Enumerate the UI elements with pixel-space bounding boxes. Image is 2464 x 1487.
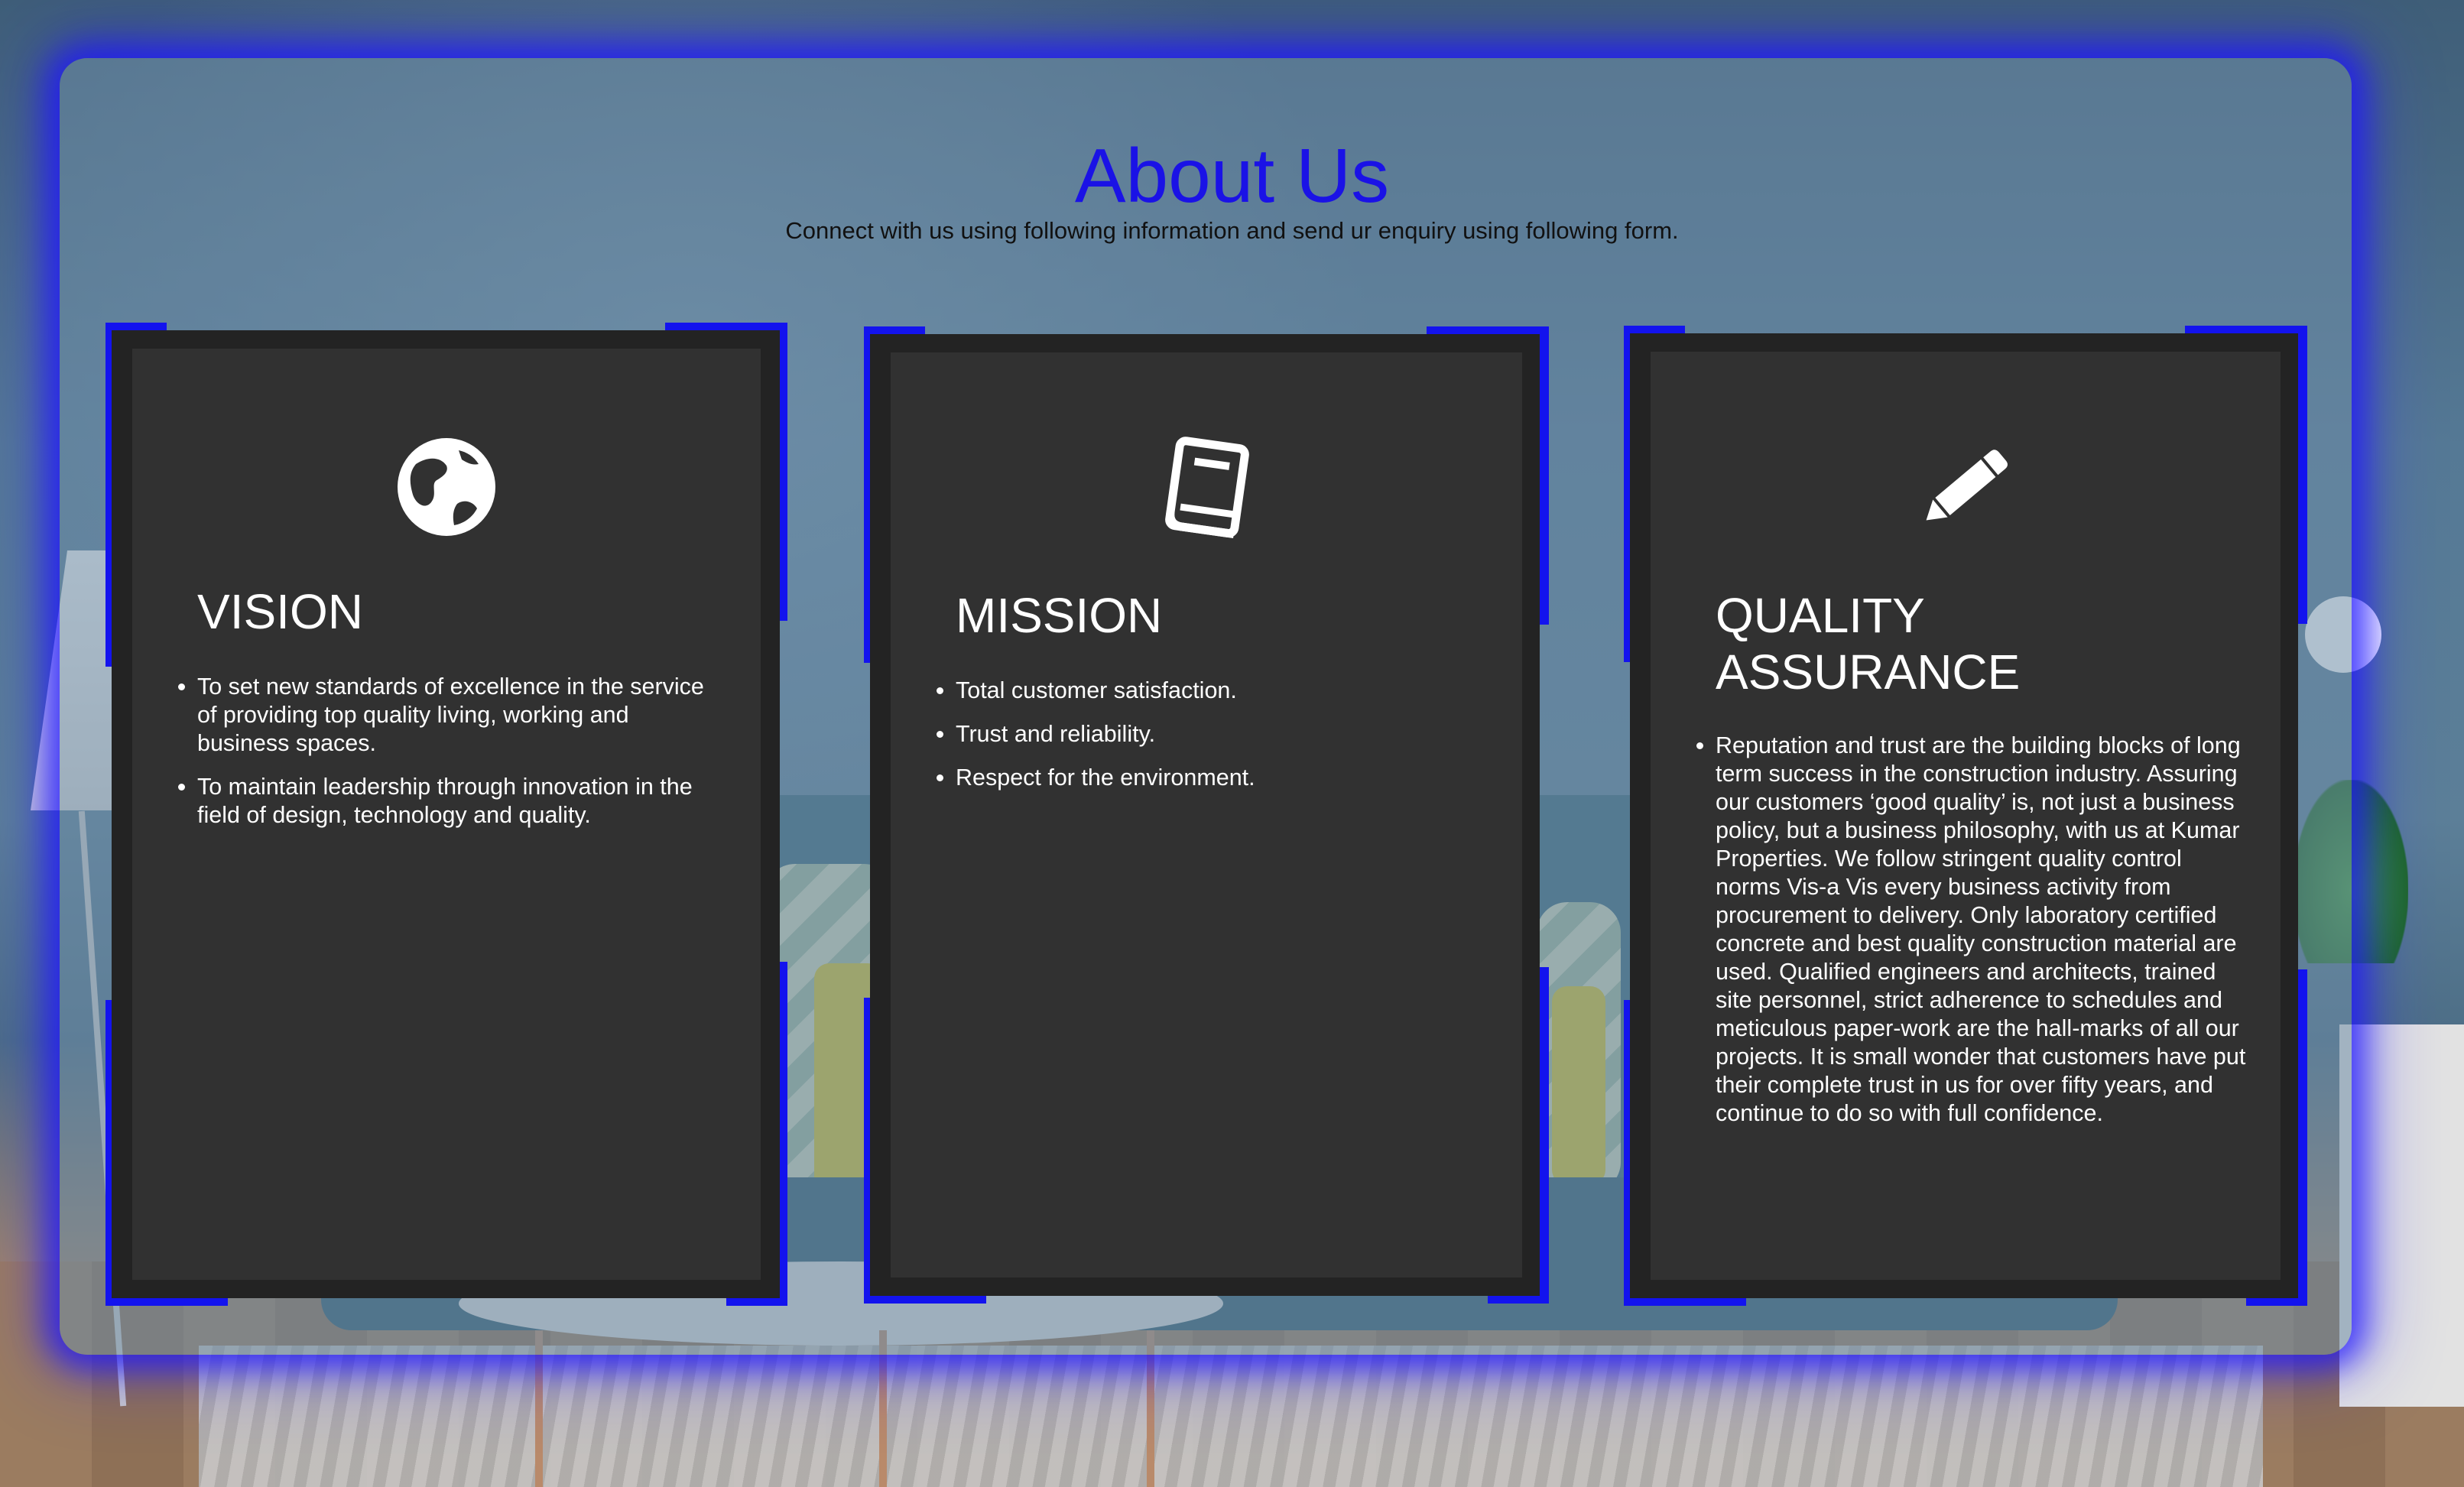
card-title: QUALITY ASSURANCE bbox=[1716, 587, 2020, 700]
card-title-line: QUALITY bbox=[1716, 588, 1925, 643]
page-subtitle: Connect with us using following informat… bbox=[785, 217, 1679, 244]
pencil-icon bbox=[1912, 433, 2019, 540]
list-item: To set new standards of excellence in th… bbox=[197, 673, 726, 758]
globe-icon bbox=[393, 433, 500, 541]
card-title: MISSION bbox=[956, 588, 1163, 643]
quality-list: Reputation and trust are the building bl… bbox=[1670, 732, 2246, 1143]
page-title: About Us bbox=[1074, 133, 1390, 219]
vision-card: VISION To set new standards of excellenc… bbox=[106, 323, 787, 1306]
list-item: Trust and reliability. bbox=[956, 720, 1488, 748]
mission-list: Total customer satisfaction. Trust and r… bbox=[910, 677, 1488, 807]
card-title-line: ASSURANCE bbox=[1716, 644, 2021, 700]
book-icon bbox=[1153, 433, 1260, 541]
card-title: VISION bbox=[197, 584, 363, 639]
list-item: Reputation and trust are the building bl… bbox=[1716, 732, 2246, 1128]
list-item: To maintain leadership through innovatio… bbox=[197, 773, 726, 830]
list-item: Total customer satisfaction. bbox=[956, 677, 1488, 705]
list-item: Respect for the environment. bbox=[956, 764, 1488, 792]
mission-card: MISSION Total customer satisfaction. Tru… bbox=[864, 326, 1549, 1304]
quality-card: QUALITY ASSURANCE Reputation and trust a… bbox=[1624, 326, 2307, 1306]
vision-list: To set new standards of excellence in th… bbox=[151, 673, 726, 845]
